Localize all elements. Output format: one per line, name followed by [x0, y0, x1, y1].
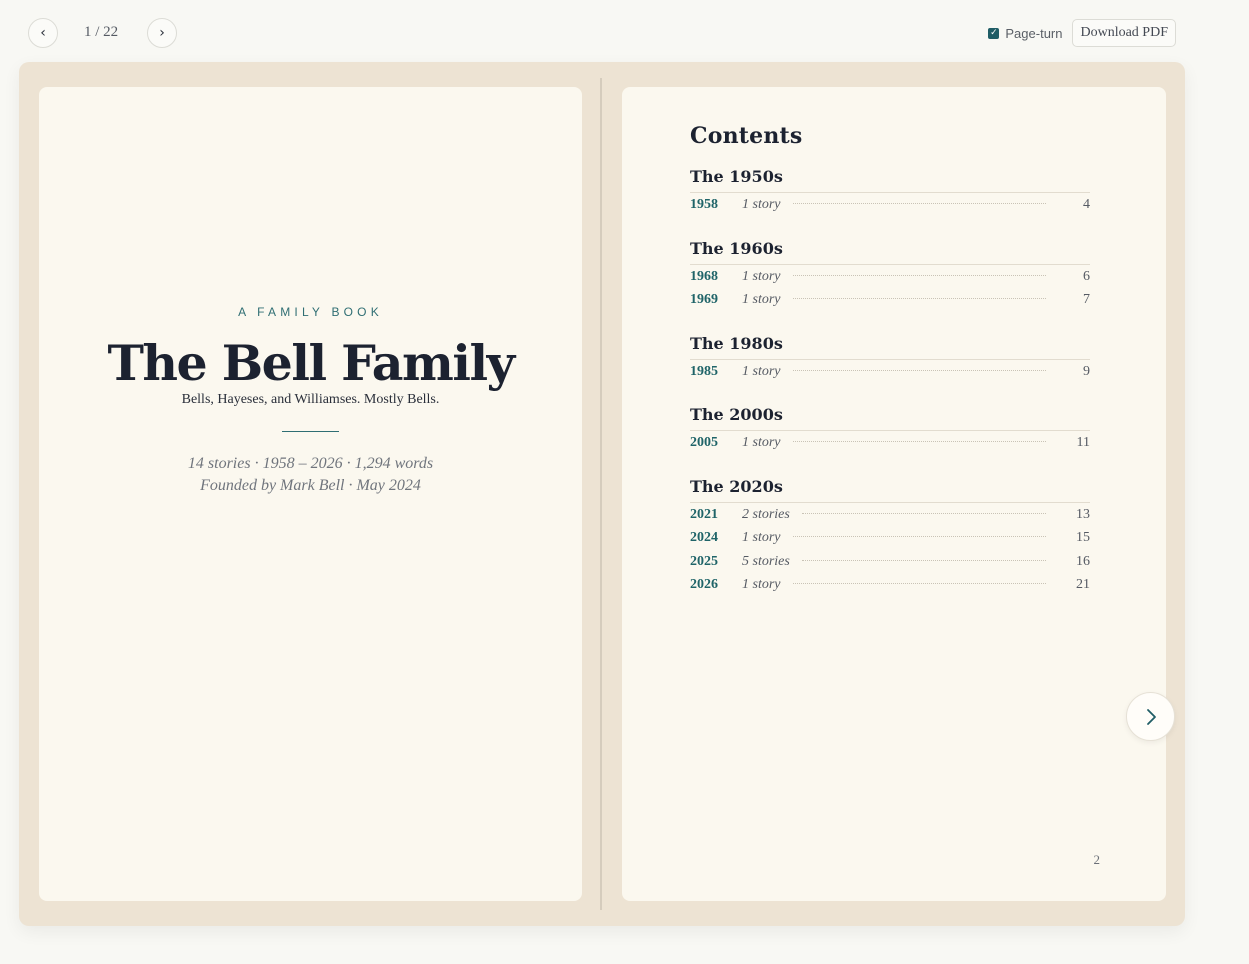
- chevron-left-icon: ‹: [40, 25, 46, 41]
- toc-entry-year: 2026: [690, 577, 718, 592]
- decade-entries: 2021 2 stories 13 2024 1 story 15 2025 5 storie…: [690, 503, 1090, 601]
- toc-entry-year: 2025: [690, 553, 718, 569]
- toc-entry[interactable]: 1968 1 story 6: [690, 269, 1090, 293]
- toc-entry-year: 1968: [690, 268, 718, 284]
- toc-entry-leader: [792, 274, 1046, 276]
- toc-entry-leader: [792, 583, 1046, 584]
- cover-stats: 14 stories · 1958 – 2026 · 1,294 words: [187, 455, 434, 472]
- book-spine: [600, 78, 602, 910]
- toc-entry-leader: [801, 559, 1046, 561]
- toc-entry-page: 11: [1076, 435, 1090, 450]
- toc-entry-count: 1 story: [742, 268, 781, 284]
- decade-entries: 1985 1 story 9: [690, 360, 1090, 388]
- toc-entry-count: 1 story: [742, 292, 781, 307]
- toc-entry-leader: [792, 298, 1046, 299]
- decade-title: The 1960s: [690, 239, 1090, 265]
- decade-entries: 2005 1 story 11: [690, 431, 1090, 459]
- cover-eyebrow: A FAMILY BOOK: [238, 305, 383, 319]
- cover-meta: 14 stories · 1958 – 2026 · 1,294 words F…: [39, 453, 582, 497]
- chevron-right-icon: [1146, 708, 1156, 725]
- decade-section: The 1960s 1968 1 story 6 1969 1 story 7: [690, 239, 1090, 316]
- page-indicator: 1 / 22: [84, 24, 119, 40]
- toc-entry-page: 21: [1076, 577, 1090, 592]
- toc-entry-count: 1 story: [742, 363, 781, 379]
- toc-entry[interactable]: 1969 1 story 7: [690, 292, 1090, 316]
- decade-section: The 2020s 2021 2 stories 13 2024 1 story 15 202…: [690, 477, 1090, 601]
- toc-entry[interactable]: 2005 1 story 11: [690, 435, 1090, 459]
- toc-entry-leader: [792, 536, 1046, 537]
- toc-entry-year: 2005: [690, 435, 718, 450]
- decade-list: The 1950s 1958 1 story 4 The 1960s 1968 1 stor…: [690, 167, 1090, 601]
- toc-entry[interactable]: 2021 2 stories 13: [690, 507, 1090, 531]
- page-number: 2: [1093, 852, 1101, 867]
- toc-entry[interactable]: 2025 5 stories 16: [690, 554, 1090, 578]
- cover-divider: [282, 431, 339, 432]
- toc-entry-year: 1969: [690, 292, 718, 307]
- toc-entry-count: 2 stories: [742, 506, 790, 522]
- table-of-contents: Contents The 1950s 1958 1 story 4 The 1960s 1…: [690, 123, 1090, 601]
- toc-entry-count: 1 story: [742, 530, 781, 545]
- toc-entry-page: 9: [1083, 363, 1090, 379]
- toolbar-right: ✓ Page-turn Download PDF: [988, 19, 1176, 47]
- next-page-button[interactable]: [1126, 692, 1175, 741]
- toc-entry-page: 13: [1076, 506, 1090, 522]
- decade-entries: 1958 1 story 4: [690, 193, 1090, 221]
- toc-entry-leader: [792, 441, 1046, 442]
- decade-entries: 1968 1 story 6 1969 1 story 7: [690, 265, 1090, 316]
- toc-entry-year: 2024: [690, 530, 718, 545]
- page-turn-label: Page-turn: [1005, 25, 1063, 41]
- toc-entry-leader: [801, 512, 1046, 514]
- book-subtitle: Bells, Hayeses, and Williamses. Mostly B…: [181, 392, 440, 407]
- toc-entry-page: 16: [1076, 553, 1090, 569]
- toc-entry-page: 4: [1083, 197, 1090, 212]
- next-page-toolbar-button[interactable]: ›: [147, 18, 177, 48]
- toc-entry[interactable]: 2024 1 story 15: [690, 530, 1090, 554]
- toc-entry[interactable]: 1958 1 story 4: [690, 197, 1090, 221]
- toc-entry-count: 1 story: [742, 197, 781, 212]
- decade-title: The 1950s: [690, 167, 1090, 193]
- book-spread: A FAMILY BOOK The Bell Family Bells, Hay…: [19, 62, 1185, 926]
- toc-entry-count: 1 story: [742, 435, 781, 450]
- toc-entry[interactable]: 2026 1 story 21: [690, 577, 1090, 601]
- decade-title: The 2020s: [690, 477, 1090, 503]
- toc-entry-page: 15: [1076, 530, 1090, 545]
- cover-page: A FAMILY BOOK The Bell Family Bells, Hay…: [39, 87, 582, 901]
- cover-founder: Founded by Mark Bell · May 2024: [200, 477, 421, 494]
- page-turn-toggle[interactable]: ✓ Page-turn: [988, 26, 1062, 41]
- contents-page: Contents The 1950s 1958 1 story 4 The 1960s 1…: [622, 87, 1166, 901]
- toc-entry-year: 1985: [690, 363, 718, 379]
- prev-page-button[interactable]: ‹: [28, 18, 58, 48]
- page-turn-checkbox[interactable]: ✓: [988, 27, 1000, 39]
- decade-section: The 1950s 1958 1 story 4: [690, 167, 1090, 221]
- download-pdf-button[interactable]: Download PDF: [1072, 19, 1176, 47]
- toc-entry-leader: [792, 203, 1046, 204]
- toc-entry-count: 1 story: [742, 577, 781, 592]
- book-title: The Bell Family: [107, 334, 515, 392]
- contents-title: Contents: [690, 123, 803, 149]
- cover-content: A FAMILY BOOK The Bell Family Bells, Hay…: [39, 305, 582, 497]
- toc-entry-count: 5 stories: [742, 553, 790, 569]
- decade-section: The 1980s 1985 1 story 9: [690, 334, 1090, 388]
- toc-entry-page: 7: [1083, 292, 1090, 307]
- chevron-right-icon: ›: [159, 25, 165, 41]
- toc-entry-year: 2021: [690, 506, 718, 522]
- toc-entry-page: 6: [1083, 268, 1090, 284]
- decade-title: The 1980s: [690, 334, 1090, 360]
- toc-entry-leader: [792, 369, 1046, 371]
- toc-entry[interactable]: 1985 1 story 9: [690, 364, 1090, 388]
- toc-entry-year: 1958: [690, 197, 718, 212]
- decade-section: The 2000s 2005 1 story 11: [690, 405, 1090, 459]
- decade-title: The 2000s: [690, 405, 1090, 431]
